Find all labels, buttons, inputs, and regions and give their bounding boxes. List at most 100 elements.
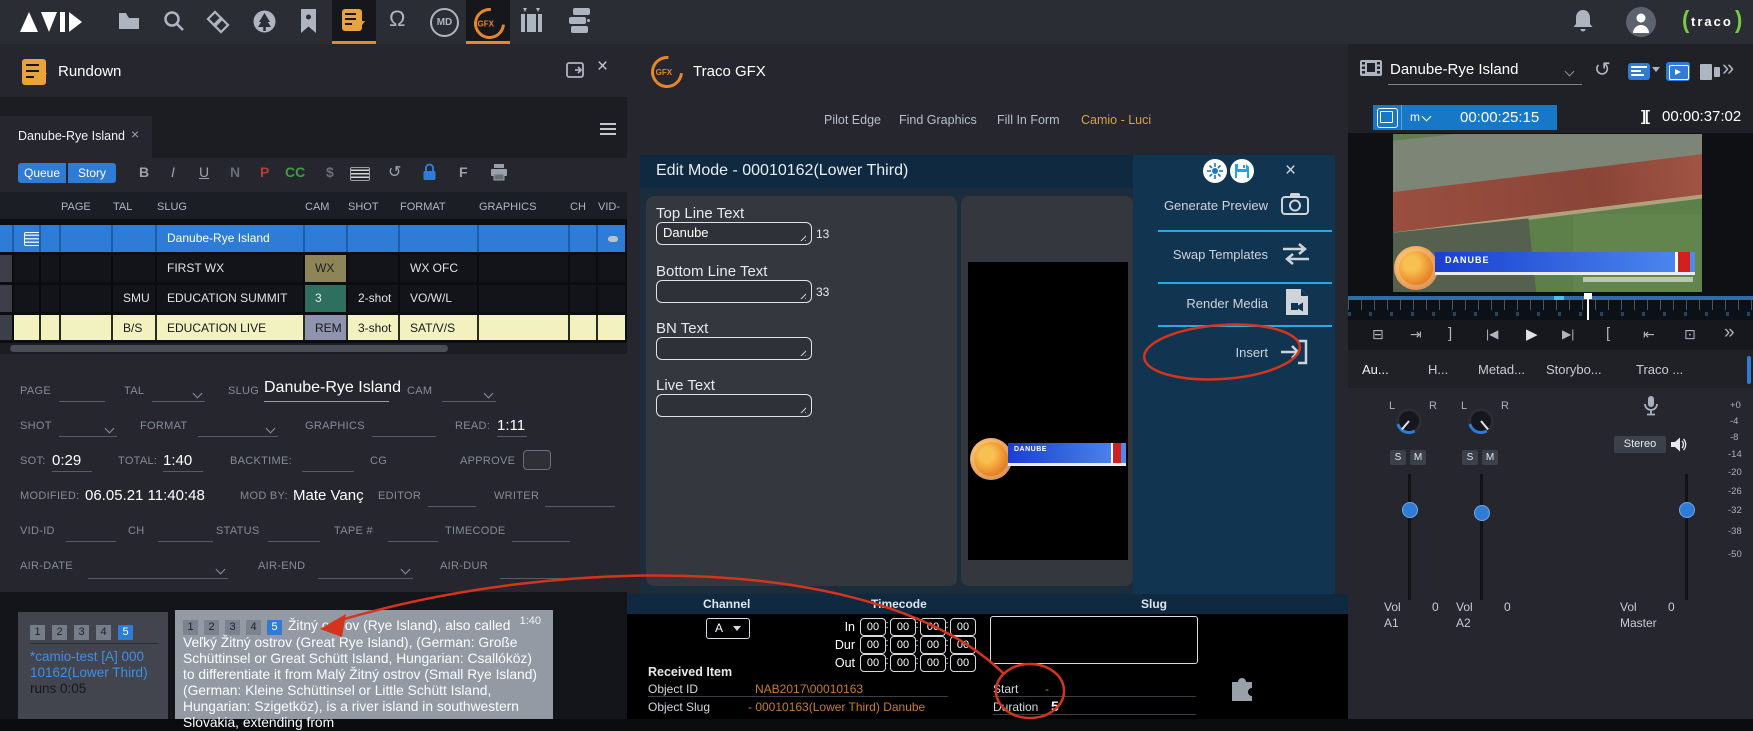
asset-list-icon[interactable] [1628,63,1650,80]
tab-fill-in-form[interactable]: Fill In Form [997,113,1060,127]
approve-checkbox[interactable] [523,450,551,470]
timecode-field[interactable] [512,541,570,542]
generate-preview-button[interactable]: Generate Preview [1140,198,1268,213]
tc-dur-ff[interactable]: 00 [950,636,976,654]
hscrollbar-thumb[interactable] [10,345,448,352]
format-f-button[interactable]: F [459,164,468,180]
table-row-yellow[interactable]: B/S EDUCATION LIVE REM 3-shot SAT/V/S [0,315,627,340]
insert-button[interactable]: Insert [1180,345,1268,360]
story-text-tile[interactable]: 1:40 1 2 3 4 5 Žitný ostrov (Rye Island), als… [175,610,553,730]
snowflake-toggle-icon[interactable] [1203,159,1227,183]
currency-button[interactable]: $ [326,164,334,180]
goto-out-icon[interactable]: ⇤ [1643,326,1655,343]
tab-danube-rye-island[interactable]: Danube-Rye Island × [0,116,152,158]
mark-in-icon[interactable]: [ [1606,325,1610,342]
app-rundown-tile[interactable] [332,0,376,44]
page-field[interactable] [59,401,105,402]
monitor-icon[interactable] [1377,108,1398,128]
bottom-line-text-input[interactable] [656,280,812,303]
match-frame-icon[interactable]: ⊡ [1684,326,1696,343]
link-diamonds-icon[interactable] [206,10,230,34]
cam-dropdown[interactable] [442,401,496,402]
volume-slider-a1[interactable] [1408,474,1411,600]
insert-icon[interactable] [1280,339,1308,365]
editor-field[interactable] [428,506,476,507]
tc-dur-ss[interactable]: 00 [920,636,946,654]
play-icon[interactable]: ▶ [1526,325,1538,343]
app-omega-tile[interactable]: Ω [378,0,422,41]
tc-dur-hh[interactable]: 00 [860,636,886,654]
stereo-mode-chip[interactable]: Stereo [1614,436,1666,453]
volume-thumb-master[interactable] [1679,502,1695,518]
app-timeline-tile[interactable] [510,0,554,41]
backtime-field[interactable] [302,471,354,472]
video-frame[interactable]: DANUBE [1393,134,1702,292]
app-md-tile[interactable]: MD [422,0,466,41]
camera-icon[interactable] [1281,192,1309,216]
mark-out-icon[interactable]: ] [1448,325,1452,342]
tc-out-mm[interactable]: 00 [890,654,916,672]
bookmark-icon[interactable] [300,9,317,34]
table-row[interactable]: SMU EDUCATION SUMMIT 3 2-shot VO/W/L [0,285,627,312]
queue-button[interactable]: Queue [18,163,66,183]
solo-button-a2[interactable]: S [1462,450,1478,465]
puzzle-piece-icon[interactable] [1227,672,1257,702]
swap-arrows-icon[interactable] [1281,241,1311,267]
search-icon[interactable] [163,10,185,32]
airdate-dropdown[interactable] [88,578,228,579]
keyboard-icon[interactable] [350,167,370,181]
playhead[interactable] [1587,296,1589,320]
format-dropdown[interactable] [198,436,278,437]
table-hscrollbar[interactable] [0,343,627,354]
mute-button-a1[interactable]: M [1410,450,1426,465]
tab-find-graphics[interactable]: Find Graphics [899,113,977,127]
story-button[interactable]: Story [68,163,116,183]
pan-knob-a2[interactable] [1468,408,1494,434]
step-back-icon[interactable]: |◀ [1486,327,1498,341]
bn-text-input[interactable] [656,337,812,360]
close-tab-icon[interactable]: × [131,126,139,142]
tc-out-ff[interactable]: 00 [950,654,976,672]
popout-icon[interactable] [566,62,584,78]
asset-name-dropdown[interactable]: Danube-Rye Island [1390,61,1518,78]
mute-button-a2[interactable]: M [1482,450,1498,465]
more-chevrons-icon[interactable]: » [1722,55,1734,81]
slug-textbox[interactable] [990,616,1198,664]
solo-button-a1[interactable]: S [1390,450,1406,465]
channel-dropdown[interactable]: A [706,618,750,639]
tal-dropdown[interactable] [152,401,205,402]
render-media-button[interactable]: Render Media [1140,296,1268,311]
tc-in-mm[interactable]: 00 [890,618,916,636]
volume-slider-master[interactable] [1685,474,1688,600]
user-avatar[interactable] [1626,7,1656,37]
volume-thumb-a2[interactable] [1474,505,1490,521]
bold-button[interactable]: B [139,164,149,180]
audio-mode-dropdown[interactable]: m [1410,110,1420,124]
tc-dur-mm[interactable]: 00 [890,636,916,654]
camio-item-link[interactable]: *camio-test [A] 000 10162(Lower Third) r… [30,649,148,697]
step-forward-icon[interactable]: ▶| [1562,327,1574,341]
player-view-icon[interactable] [1666,62,1690,81]
notifications-bell-icon[interactable] [1572,9,1594,34]
slug-field[interactable]: Danube-Rye Island [264,379,401,397]
status-field[interactable] [268,541,320,542]
tc-out-hh[interactable]: 00 [860,654,886,672]
italic-button[interactable]: I [171,164,175,180]
refresh-icon[interactable]: ↺ [1594,57,1611,82]
tab-traco[interactable]: Traco ... [1636,362,1683,377]
layout-icon[interactable] [1700,64,1720,80]
closed-caption-button[interactable]: CC [285,164,305,180]
goto-in-icon[interactable]: ⇥ [1410,326,1422,343]
live-text-input[interactable] [656,394,812,417]
tc-in-ss[interactable]: 00 [920,618,946,636]
tab-h[interactable]: H... [1428,362,1448,377]
more-transport-icon[interactable]: » [1724,322,1735,344]
app-server-tile[interactable] [556,0,600,41]
tab-storyboard[interactable]: Storybo... [1546,362,1602,377]
tab-pilot-edge[interactable]: Pilot Edge [824,113,881,127]
production-cue-tile[interactable]: 12345 *camio-test [A] 000 10162(Lower Th… [18,612,168,719]
pan-knob-a1[interactable] [1396,408,1422,434]
ch-field[interactable] [158,541,213,542]
underline-button[interactable]: U [199,164,209,180]
presenter-button[interactable]: P [260,164,269,180]
